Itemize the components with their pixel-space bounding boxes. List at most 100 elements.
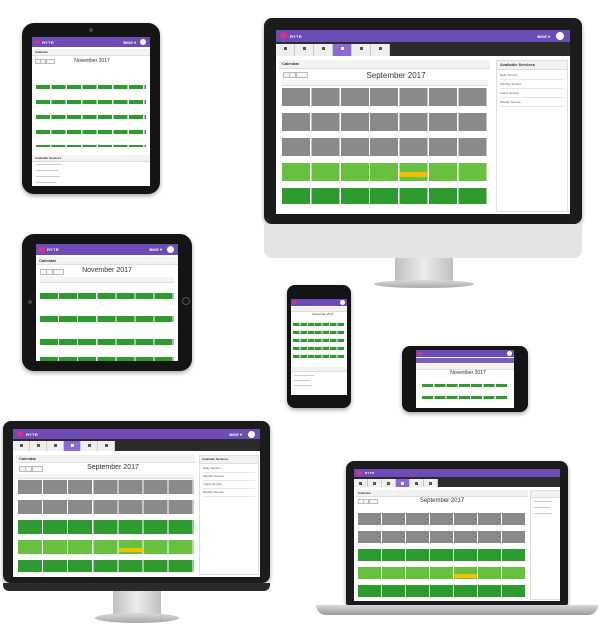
laptop-screen: RYTR Calendar September 2017 <box>354 469 560 601</box>
home-button[interactable] <box>182 297 190 305</box>
service-item[interactable] <box>534 507 550 508</box>
today-button[interactable] <box>46 59 55 64</box>
tab-my-payments[interactable] <box>410 479 424 487</box>
event-row[interactable] <box>36 130 146 134</box>
calendar-week[interactable] <box>282 113 488 131</box>
tab-dashboard[interactable] <box>354 479 368 487</box>
calendar-week[interactable] <box>18 480 194 494</box>
service-item[interactable]: Monthly Service <box>203 474 255 481</box>
tab-my-profile[interactable] <box>30 441 47 451</box>
user-menu[interactable]: BIKE ▾ <box>123 40 136 45</box>
service-item[interactable] <box>294 375 314 376</box>
event-row[interactable] <box>293 355 345 358</box>
service-item[interactable]: Weekly Service <box>203 490 255 497</box>
calendar-week[interactable] <box>18 560 194 572</box>
tab-bar <box>354 477 560 487</box>
calendar-week[interactable] <box>282 163 488 181</box>
calendar-month-title: November 2017 <box>82 267 132 274</box>
user-menu[interactable]: BIKE ▾ <box>149 247 162 252</box>
calendar-week[interactable] <box>282 138 488 156</box>
highlight-event[interactable] <box>454 574 477 578</box>
highlight-event[interactable] <box>119 548 143 552</box>
tab-my-profile[interactable] <box>368 479 382 487</box>
calendar-week[interactable] <box>358 549 526 561</box>
calendar-grid <box>358 507 526 599</box>
calendar-week[interactable] <box>18 520 194 534</box>
service-item[interactable] <box>36 176 60 177</box>
tablet-screen: RYTR BIKE ▾ Calendar November 2017 <box>36 244 178 361</box>
calendar-week[interactable] <box>358 513 526 525</box>
tab-my-profile[interactable] <box>295 44 314 56</box>
service-item[interactable]: Yearly Service <box>500 91 564 98</box>
event-row[interactable] <box>293 323 345 326</box>
calendar-heading: Calendar <box>35 50 48 54</box>
service-item[interactable]: Monthly Service <box>500 82 564 89</box>
next-button[interactable] <box>289 72 296 78</box>
calendar-week[interactable] <box>18 540 194 554</box>
event-row[interactable] <box>40 316 174 322</box>
avatar-icon[interactable] <box>167 246 174 253</box>
event-row[interactable] <box>40 357 174 361</box>
service-item[interactable] <box>534 513 552 514</box>
event-row[interactable] <box>422 384 508 387</box>
today-button[interactable] <box>369 499 378 504</box>
tab-manage-users[interactable] <box>314 44 333 56</box>
user-menu[interactable]: BIKE ▾ <box>229 432 242 437</box>
tab-report[interactable] <box>98 441 115 451</box>
avatar-icon[interactable] <box>507 351 512 356</box>
service-item[interactable]: Daily Service <box>500 73 564 80</box>
purple-subbar <box>416 358 514 363</box>
calendar-week[interactable] <box>18 500 194 514</box>
tab-my-payments[interactable] <box>81 441 98 451</box>
today-button[interactable] <box>53 269 64 275</box>
tab-my-payments[interactable] <box>352 44 371 56</box>
event-row[interactable] <box>293 331 345 334</box>
tab-service-bookings[interactable] <box>396 479 410 487</box>
next-button[interactable] <box>25 466 32 472</box>
tab-report[interactable] <box>371 44 390 56</box>
calendar-week[interactable] <box>358 585 526 597</box>
tab-manage-users[interactable] <box>47 441 64 451</box>
today-button[interactable] <box>296 72 308 78</box>
event-row[interactable] <box>40 293 174 299</box>
event-row[interactable] <box>36 145 146 147</box>
event-row[interactable] <box>36 85 146 89</box>
calendar-grid <box>282 80 488 214</box>
event-row[interactable] <box>293 339 345 342</box>
calendar-week[interactable] <box>282 88 488 106</box>
event-row[interactable] <box>36 115 146 119</box>
service-item[interactable]: Weekly Service <box>500 100 564 107</box>
tab-manage-users[interactable] <box>382 479 396 487</box>
service-item[interactable] <box>36 164 62 165</box>
user-menu[interactable]: BIKE ▾ <box>537 34 550 39</box>
logo-icon <box>293 301 297 304</box>
event-row[interactable] <box>293 347 345 350</box>
highlight-event[interactable] <box>400 172 428 177</box>
service-item[interactable] <box>294 380 310 381</box>
avatar-icon[interactable] <box>140 39 146 45</box>
event-row[interactable] <box>40 339 174 345</box>
service-item[interactable]: Daily Service <box>203 466 255 473</box>
event-row[interactable] <box>422 396 508 399</box>
calendar-week[interactable] <box>358 567 526 579</box>
tab-dashboard[interactable] <box>276 44 295 56</box>
monitor-foot <box>374 280 474 288</box>
calendar-month-title: November 2017 <box>450 370 486 376</box>
avatar-icon[interactable] <box>340 300 345 305</box>
calendar-week[interactable] <box>358 531 526 543</box>
calendar-week[interactable] <box>282 188 488 204</box>
avatar-icon[interactable] <box>248 431 255 438</box>
avatar-icon[interactable] <box>556 32 564 40</box>
next-button[interactable] <box>46 269 53 275</box>
event-row[interactable] <box>36 100 146 104</box>
service-item[interactable] <box>36 182 56 183</box>
tab-service-bookings[interactable] <box>333 44 352 56</box>
today-button[interactable] <box>32 466 43 472</box>
service-item[interactable]: Yearly Service <box>203 482 255 489</box>
service-item[interactable] <box>534 501 552 502</box>
tab-dashboard[interactable] <box>13 441 30 451</box>
tab-service-bookings[interactable] <box>64 441 81 451</box>
service-item[interactable] <box>36 170 58 171</box>
tab-report[interactable] <box>424 479 438 487</box>
service-item[interactable] <box>294 385 312 386</box>
